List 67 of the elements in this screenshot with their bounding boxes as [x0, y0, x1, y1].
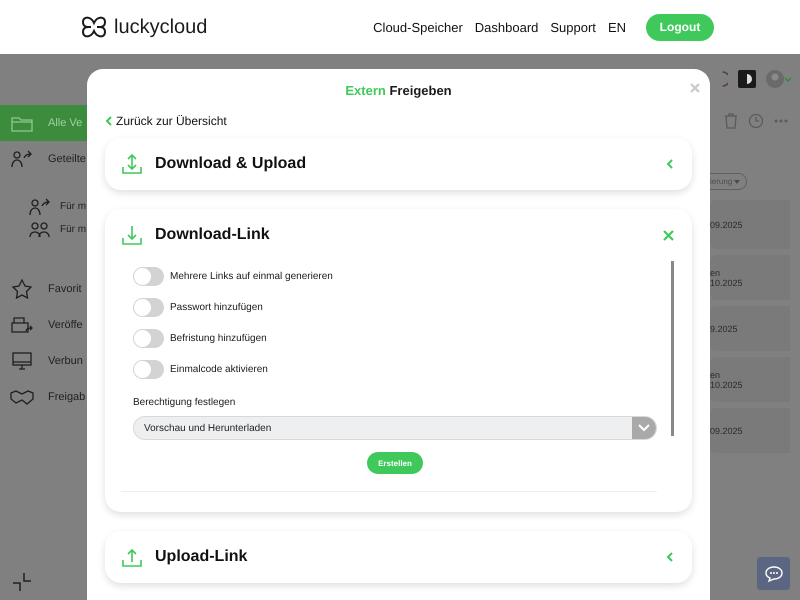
section-title[interactable]: Upload-Link: [155, 548, 248, 566]
trash-icon: [724, 113, 738, 129]
permission-select[interactable]: Vorschau und Herunterladen: [133, 416, 657, 440]
file-date: 09.2025: [710, 220, 744, 230]
file-date: en: [710, 268, 722, 278]
toggle-label: Mehrere Links auf einmal generieren: [170, 271, 333, 282]
clock-icon: [748, 113, 764, 129]
more-icon: [774, 119, 788, 123]
dialog-title: Extern Freigeben: [344, 83, 453, 98]
logout-button[interactable]: Logout: [646, 14, 714, 40]
arc-icon: [722, 71, 728, 87]
user-share-icon: [10, 149, 34, 169]
toggle-label: Einmalcode aktivieren: [170, 364, 268, 375]
chat-icon: [764, 566, 782, 582]
chat-button[interactable]: [757, 557, 790, 590]
sidebar-item[interactable]: Für m: [0, 218, 87, 241]
file-date: 10.2025: [710, 278, 744, 288]
star-icon: [10, 279, 34, 299]
toggle-switch[interactable]: [133, 267, 164, 286]
logo-text[interactable]: luckycloud: [114, 16, 208, 38]
sidebar-item[interactable]: Für m: [0, 195, 87, 218]
sidebar-item[interactable]: Geteilte: [0, 141, 87, 177]
sidebar-item[interactable]: Verbun: [0, 343, 87, 379]
toggle-switch[interactable]: [133, 329, 164, 348]
chevron-down-icon: [638, 424, 650, 432]
create-button[interactable]: Erstellen: [367, 452, 423, 474]
folder-share-icon: [10, 315, 34, 335]
chevron-icon: [666, 552, 674, 562]
collapse-icon: [12, 572, 32, 592]
sidebar-item[interactable]: Alle Ve: [0, 105, 87, 141]
caret-icon: [734, 180, 740, 184]
file-card[interactable]: 9.2025: [710, 306, 790, 351]
file-date: 09.2025: [710, 426, 744, 436]
back-link[interactable]: Zurück zur Übersicht: [105, 114, 227, 128]
nav-link[interactable]: Dashboard: [474, 20, 538, 34]
sidebar-item[interactable]: Favorit: [0, 271, 87, 307]
monitor-icon: [10, 351, 34, 371]
file-card[interactable]: 09.2025: [710, 200, 790, 249]
toggle-label: Befristung hinzufügen: [170, 333, 267, 344]
file-card[interactable]: en 10.2025: [710, 357, 790, 402]
toggle-switch[interactable]: [133, 298, 164, 317]
sidebar-item[interactable]: Freigab: [0, 379, 87, 415]
chevron-icon: [666, 159, 674, 169]
upload-download-icon: [121, 153, 143, 175]
user-share-icon: [28, 196, 52, 216]
people-icon: [28, 220, 52, 240]
section-title[interactable]: Download-Link: [155, 226, 270, 244]
nav-link[interactable]: Cloud-Speicher: [373, 20, 463, 34]
file-card[interactable]: en 10.2025: [710, 255, 790, 300]
close-icon: [663, 230, 674, 240]
nav-link[interactable]: Support: [550, 20, 596, 34]
scrollbar[interactable]: [671, 261, 674, 436]
sidebar-item[interactable]: Veröffe: [0, 307, 87, 343]
file-date: 9.2025: [710, 324, 739, 334]
permission-label: Berechtigung festlegen: [133, 397, 236, 408]
chevron-icon: [105, 116, 113, 126]
language-link[interactable]: EN: [608, 20, 626, 34]
toggle-switch[interactable]: [133, 360, 164, 379]
avatar-icon: [766, 69, 792, 89]
section-title[interactable]: Download & Upload: [155, 155, 306, 173]
file-date: en: [710, 370, 722, 380]
download-icon: [121, 224, 143, 246]
contrast-icon: [738, 70, 756, 88]
file-date: 10.2025: [710, 380, 744, 390]
toggle-label: Passwort hinzufügen: [170, 302, 263, 313]
upload-icon: [121, 546, 143, 568]
file-card[interactable]: 09.2025: [710, 408, 790, 453]
